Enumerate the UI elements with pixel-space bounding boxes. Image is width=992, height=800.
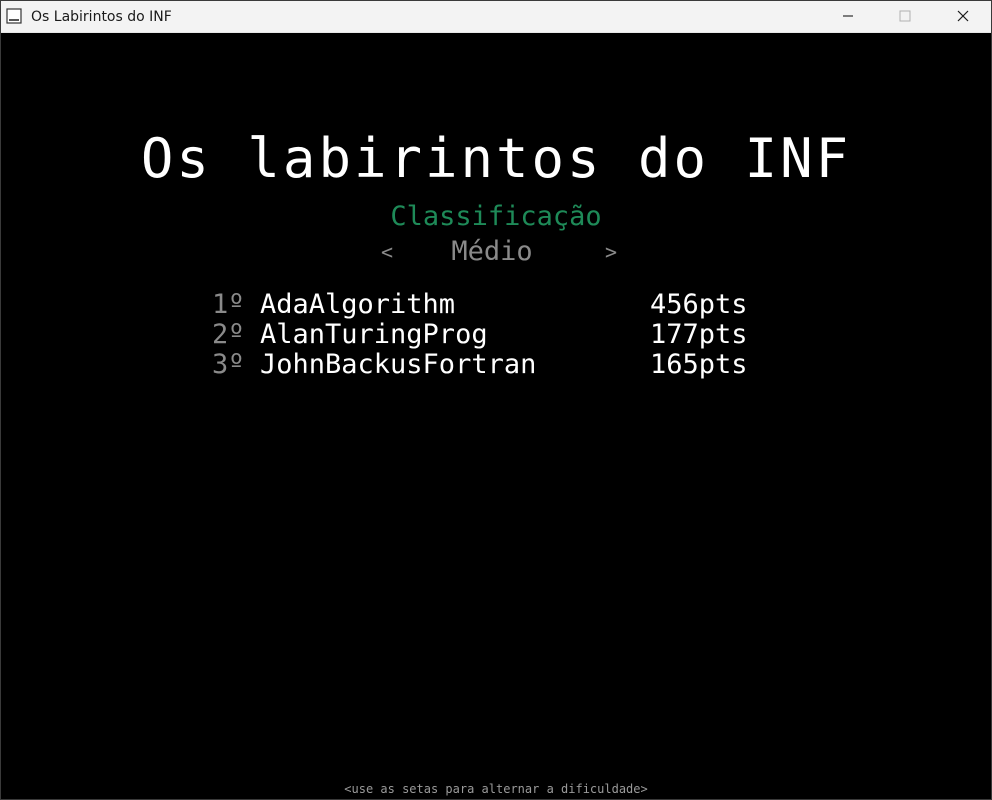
leaderboard-score: 165pts [650, 349, 748, 380]
leaderboard-player-name: AdaAlgorithm [260, 289, 456, 320]
maximize-icon [899, 10, 911, 22]
leaderboard-rank: 2º [212, 319, 245, 350]
game-title: Os labirintos do INF [140, 127, 852, 190]
controls-hint: <use as setas para alternar a dificuldad… [344, 782, 648, 796]
leaderboard-row: 3º JohnBackusFortran 165pts [1, 350, 991, 380]
maximize-button[interactable] [882, 1, 928, 32]
close-button[interactable] [940, 1, 986, 32]
leaderboard-score: 177pts [650, 319, 748, 350]
difficulty-selector[interactable]: < Médio > [1, 234, 991, 270]
leaderboard-player-name: AlanTuringProg [260, 319, 488, 350]
leaderboard-player-name: JohnBackusFortran [260, 349, 537, 380]
app-window: Os Labirintos do INF Os labirintos do IN… [0, 0, 992, 800]
leaderboard-heading: Classificação [390, 201, 602, 232]
leaderboard-score: 456pts [650, 289, 748, 320]
chevron-left-icon[interactable]: < [377, 234, 397, 270]
game-canvas[interactable]: Os labirintos do INF Classificação < Méd… [1, 33, 991, 799]
difficulty-label: Médio [451, 236, 533, 267]
window-title: Os Labirintos do INF [31, 9, 172, 25]
minimize-button[interactable] [825, 1, 871, 32]
app-window-icon [6, 8, 22, 24]
chevron-right-icon[interactable]: > [601, 234, 621, 270]
leaderboard-rank: 1º [212, 289, 245, 320]
minimize-icon [843, 15, 853, 17]
close-icon [957, 10, 969, 22]
title-bar[interactable]: Os Labirintos do INF [1, 1, 991, 33]
leaderboard-rank: 3º [212, 349, 245, 380]
leaderboard-row: 1º AdaAlgorithm 456pts [1, 290, 991, 320]
leaderboard-row: 2º AlanTuringProg 177pts [1, 320, 991, 350]
